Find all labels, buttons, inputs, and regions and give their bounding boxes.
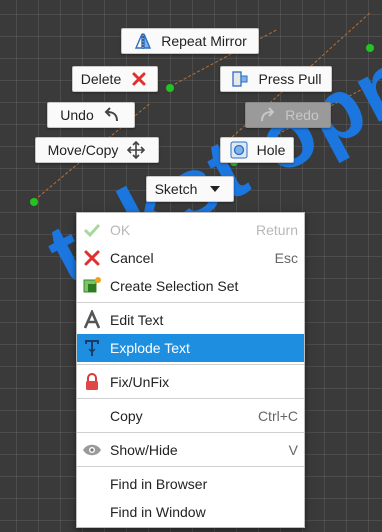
menu-item-label: Fix/UnFix (110, 374, 170, 390)
menu-item-shortcut: Esc (274, 250, 298, 266)
delete-label: Delete (80, 71, 122, 87)
hole-button[interactable]: Hole (220, 137, 294, 163)
menu-item-shortcut: Ctrl+C (257, 408, 298, 424)
selection-set-icon (81, 276, 103, 296)
menu-item-find-in-window[interactable]: Find in Window (77, 498, 304, 526)
repeat-mirror-label: Repeat Mirror (161, 33, 247, 49)
menu-item-fix-unfix[interactable]: Fix/UnFix (77, 368, 304, 396)
menu-separator (77, 364, 304, 365)
menu-item-find-in-browser[interactable]: Find in Browser (77, 470, 304, 498)
menu-item-label: OK (110, 222, 131, 238)
menu-item-edit-text[interactable]: Edit Text (77, 306, 304, 334)
hole-icon (229, 140, 249, 160)
sketch-point[interactable] (366, 44, 374, 52)
redo-icon (257, 105, 277, 125)
sketch-point[interactable] (30, 198, 38, 206)
close-icon (81, 248, 103, 268)
delete-button[interactable]: Delete (72, 66, 158, 92)
sketch-point[interactable] (166, 84, 174, 92)
menu-item-label: Find in Browser (110, 476, 208, 492)
menu-item-ok[interactable]: OK Return (77, 216, 304, 244)
explode-text-icon (81, 338, 103, 358)
menu-item-explode-text[interactable]: Explode Text (77, 334, 304, 362)
checkmark-icon (81, 220, 103, 240)
menu-item-create-selection-set[interactable]: Create Selection Set (77, 272, 304, 300)
mirror-icon (133, 31, 153, 51)
chevron-down-icon (205, 179, 225, 199)
menu-separator (77, 466, 304, 467)
redo-button[interactable]: Redo (245, 102, 331, 128)
lock-icon (81, 372, 103, 392)
press-pull-button[interactable]: Press Pull (220, 66, 332, 92)
undo-label: Undo (60, 107, 94, 123)
hole-label: Hole (256, 142, 286, 158)
menu-item-label: Create Selection Set (110, 278, 239, 294)
press-pull-icon (230, 69, 250, 89)
delete-icon (129, 69, 149, 89)
menu-item-label: Find in Window (110, 504, 206, 520)
context-menu: OK Return Cancel Esc Create Selection Se… (76, 212, 305, 528)
menu-separator (77, 302, 304, 303)
menu-item-cancel[interactable]: Cancel Esc (77, 244, 304, 272)
menu-separator (77, 432, 304, 433)
eye-icon (81, 440, 103, 460)
undo-button[interactable]: Undo (47, 102, 135, 128)
menu-item-copy[interactable]: Copy Ctrl+C (77, 402, 304, 430)
move-copy-button[interactable]: Move/Copy (35, 137, 159, 163)
menu-item-label: Explode Text (110, 340, 190, 356)
undo-icon (102, 105, 122, 125)
menu-item-label: Edit Text (110, 312, 164, 328)
menu-item-shortcut: Return (255, 222, 298, 238)
menu-separator (77, 398, 304, 399)
sketch-label: Sketch (154, 181, 198, 197)
repeat-mirror-button[interactable]: Repeat Mirror (121, 28, 259, 54)
redo-label: Redo (285, 107, 319, 123)
menu-item-shortcut: V (288, 442, 298, 458)
move-icon (126, 140, 146, 160)
menu-item-label: Show/Hide (110, 442, 178, 458)
text-a-icon (81, 310, 103, 330)
menu-item-label: Cancel (110, 250, 154, 266)
menu-item-label: Copy (110, 408, 143, 424)
sketch-dropdown-button[interactable]: Sketch (146, 176, 234, 202)
menu-item-show-hide[interactable]: Show/Hide V (77, 436, 304, 464)
move-copy-label: Move/Copy (47, 142, 119, 158)
press-pull-label: Press Pull (258, 71, 322, 87)
